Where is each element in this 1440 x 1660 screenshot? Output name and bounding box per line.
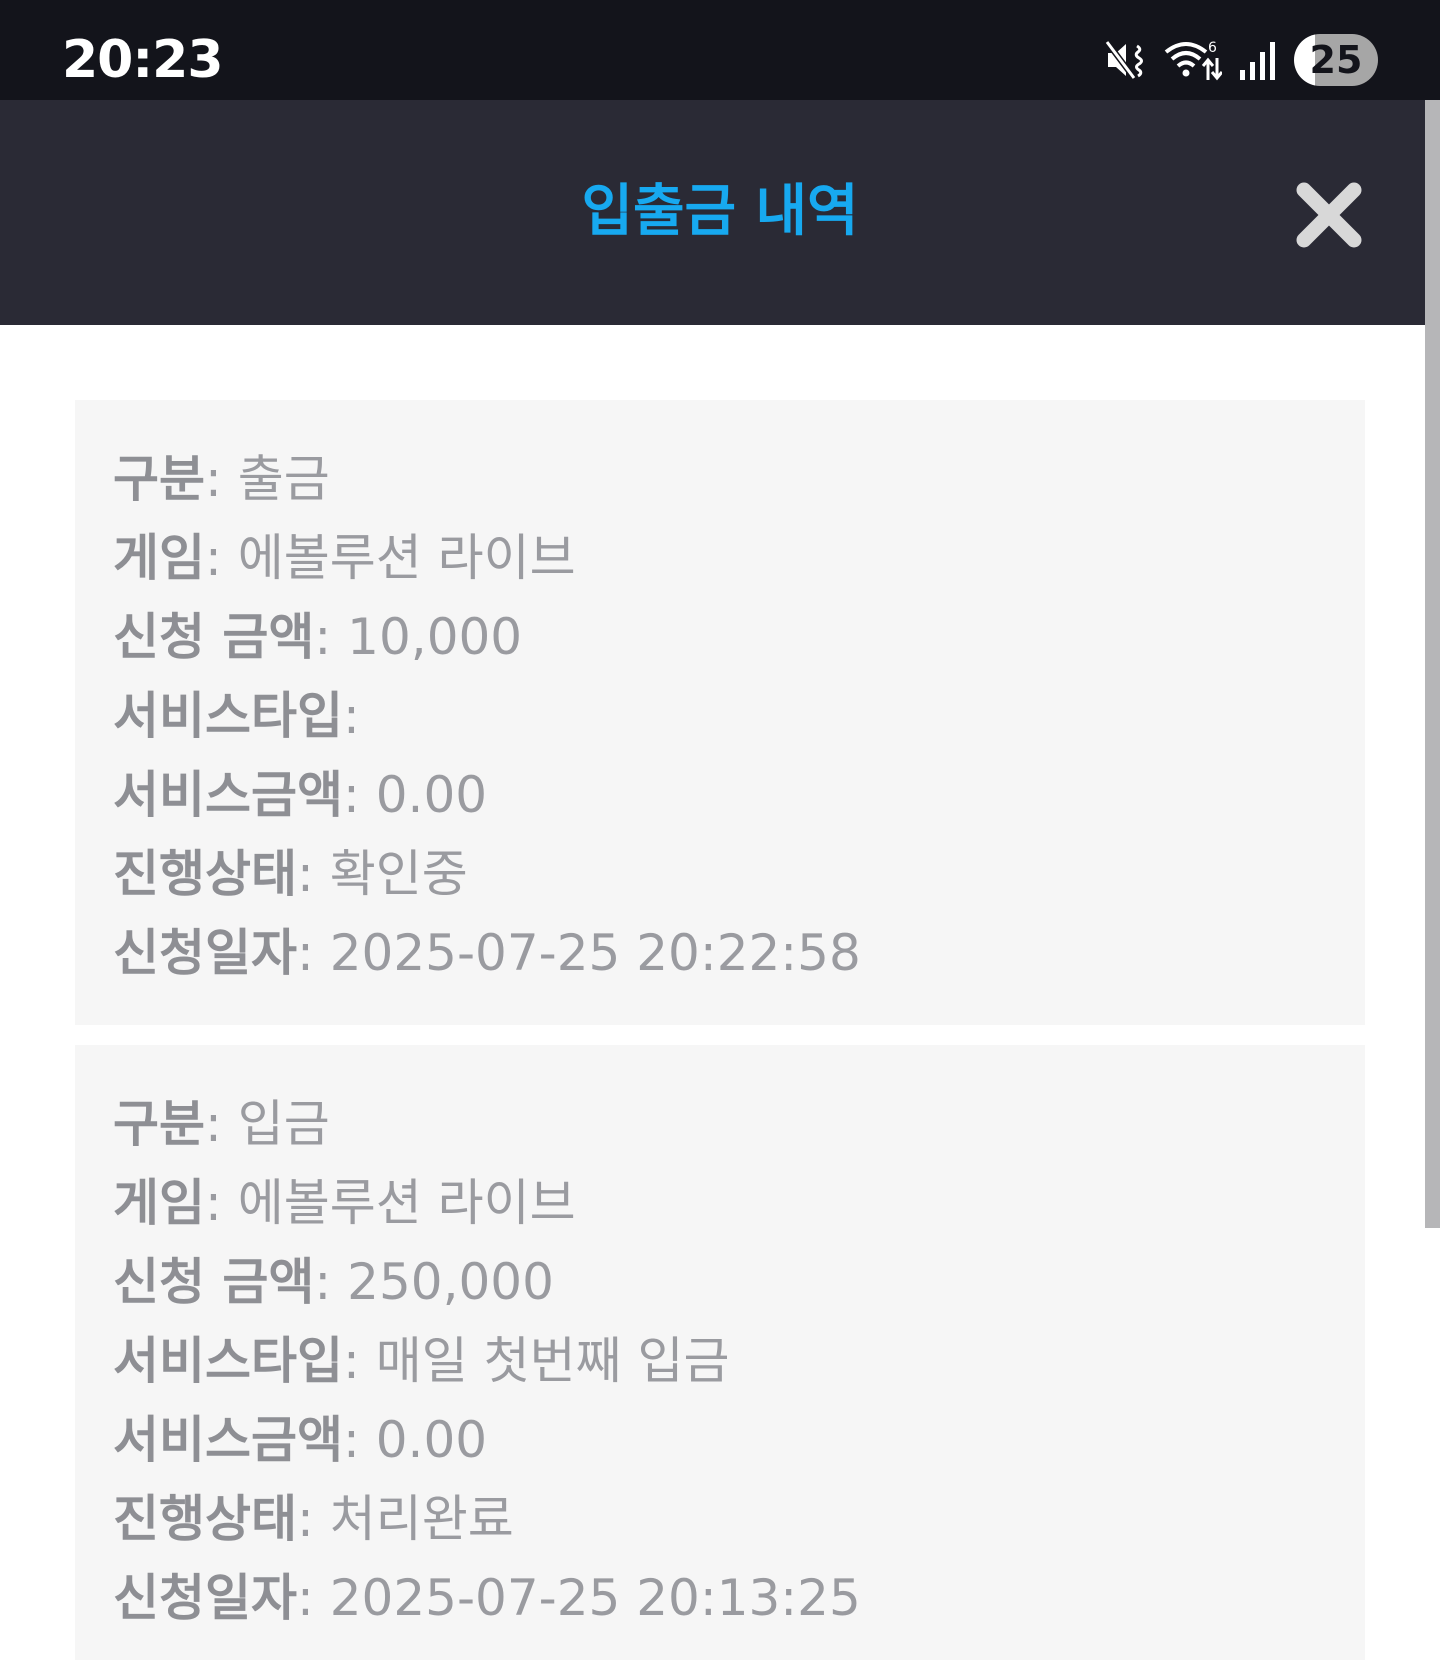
wifi-icon: 6 [1164,38,1222,82]
field-date: 신청일자: 2025-07-25 20:13:25 [113,1569,861,1627]
status-icons: 6 25 [1104,30,1378,90]
history-card: 구분: 입금 게임: 에볼루션 라이브 신청 금액: 250,000 서비스타입… [75,1045,1365,1660]
field-service-type: 서비스타입: [113,687,360,745]
field-date: 신청일자: 2025-07-25 20:22:58 [113,924,861,982]
field-amount: 신청 금액: 10,000 [113,608,523,666]
field-service-amount: 서비스금액: 0.00 [113,766,488,824]
mute-vibrate-icon [1104,38,1148,82]
scrollbar-thumb[interactable] [1425,100,1440,1228]
close-button[interactable] [1294,180,1364,250]
field-service-amount: 서비스금액: 0.00 [113,1411,488,1469]
field-status: 진행상태: 확인중 [113,845,468,903]
field-amount: 신청 금액: 250,000 [113,1253,554,1311]
status-bar: 20:23 6 25 [0,0,1440,100]
screen: 20:23 6 25 입출금 내역 구분: 출금 게임: 에볼루션 라이브 신청… [0,0,1440,1660]
field-game: 게임: 에볼루션 라이브 [113,1174,576,1232]
status-time: 20:23 [62,30,224,90]
page-title: 입출금 내역 [581,179,859,244]
field-status: 진행상태: 처리완료 [113,1490,514,1548]
field-type: 구분: 입금 [113,1095,330,1153]
field-game: 게임: 에볼루션 라이브 [113,529,576,587]
signal-icon [1238,38,1278,82]
page-header: 입출금 내역 [0,100,1425,325]
history-card: 구분: 출금 게임: 에볼루션 라이브 신청 금액: 10,000 서비스타입:… [75,400,1365,1025]
close-icon [1296,182,1362,248]
battery-icon: 25 [1294,34,1378,86]
field-type: 구분: 출금 [113,450,330,508]
svg-text:6: 6 [1208,40,1217,56]
field-service-type: 서비스타입: 매일 첫번째 입금 [113,1332,730,1390]
